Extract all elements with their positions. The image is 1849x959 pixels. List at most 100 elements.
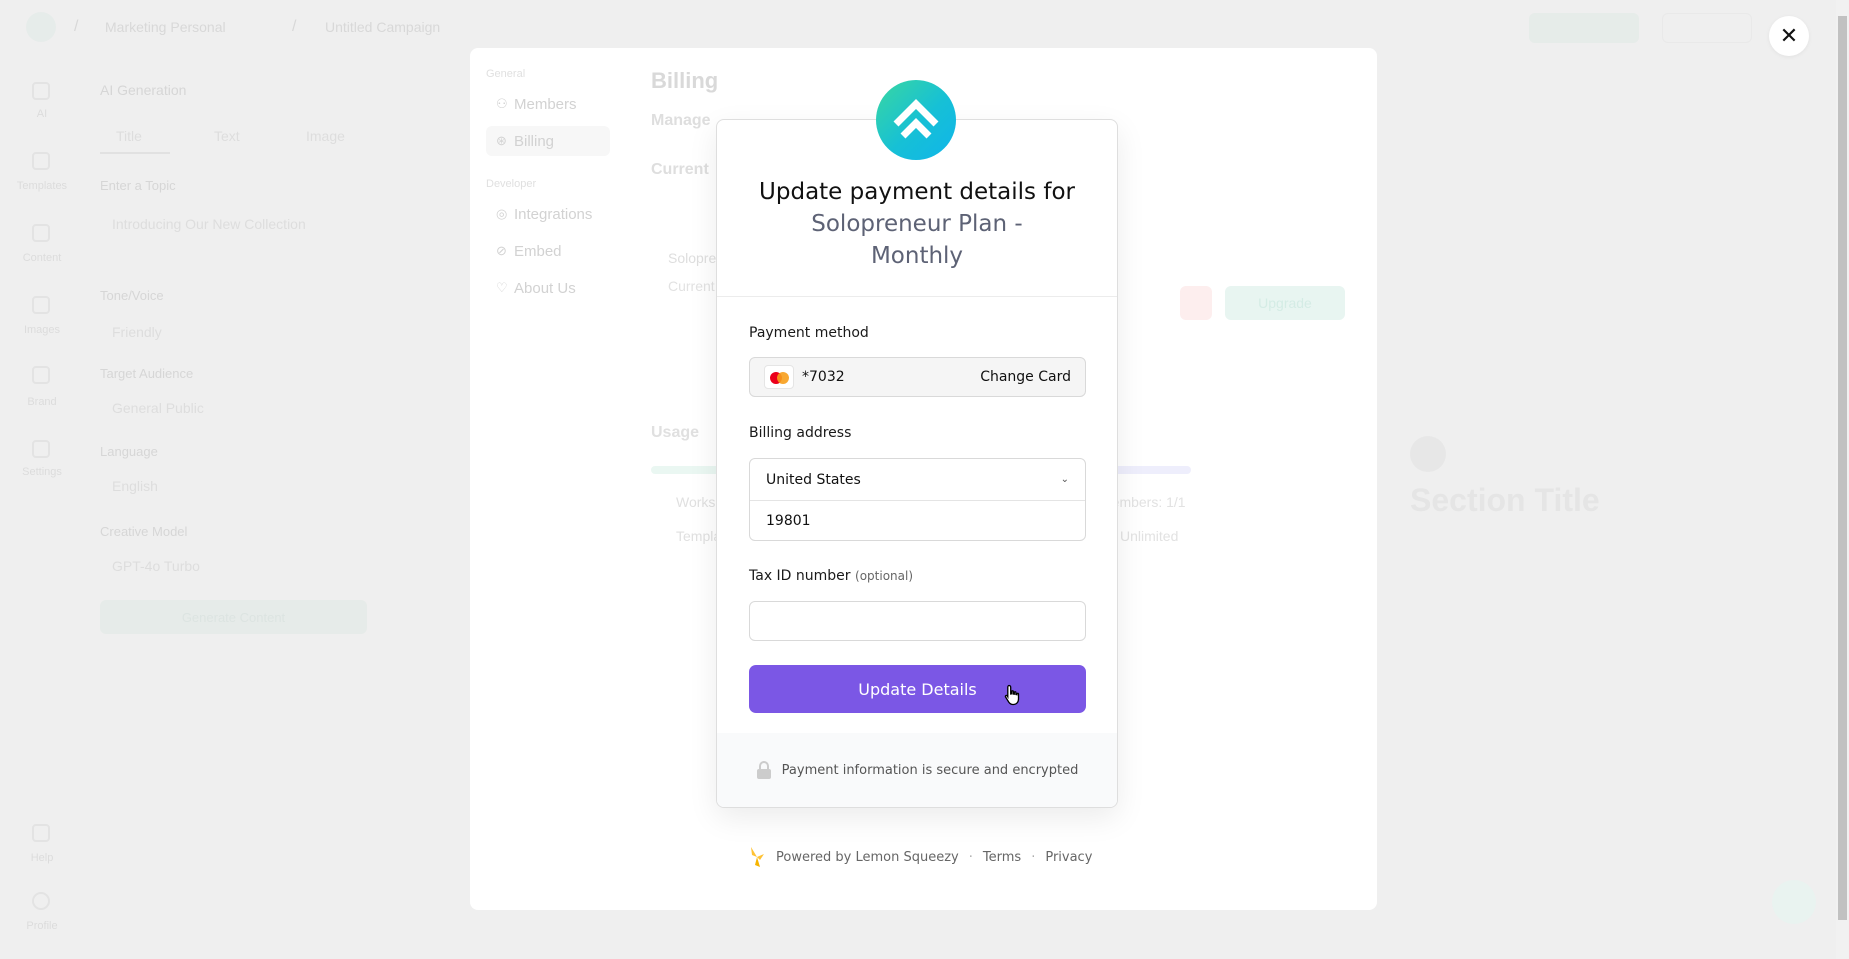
tax-id-input[interactable] xyxy=(749,601,1086,641)
rail-label: Content xyxy=(22,252,62,264)
rail-label: Brand xyxy=(27,396,57,408)
privacy-link[interactable]: Privacy xyxy=(1045,850,1092,865)
section-avatar xyxy=(1410,436,1446,472)
terms-link[interactable]: Terms xyxy=(983,850,1021,865)
section-title: Section Title xyxy=(1410,482,1600,518)
plan-name: Solopreneur Plan - Monthly xyxy=(811,211,1023,269)
sidebar-item-members[interactable]: ⚇ Members xyxy=(486,89,610,119)
tax-id-label: Tax ID number (optional) xyxy=(749,568,913,584)
panel-title: AI Generation xyxy=(100,82,187,98)
audience-input[interactable]: General Public xyxy=(112,400,204,416)
publish-button[interactable] xyxy=(1529,13,1639,43)
heart-icon: ♡ xyxy=(496,280,508,295)
templates-usage: Unlimited xyxy=(1120,528,1179,544)
billing-title: Billing xyxy=(651,68,719,93)
close-button[interactable]: ✕ xyxy=(1769,16,1809,56)
tab-title[interactable]: Title xyxy=(116,128,142,144)
rail-settings-icon[interactable] xyxy=(32,440,50,458)
plan-status: Current xyxy=(668,278,715,294)
cursor-hand-icon xyxy=(1004,684,1020,706)
manage-heading: Manage xyxy=(651,112,711,129)
rail-brand-icon[interactable] xyxy=(32,366,50,384)
change-card-button[interactable]: Change Card xyxy=(980,369,1071,385)
rail-label: Help xyxy=(30,852,54,864)
breadcrumb-separator: / xyxy=(74,18,79,35)
upgrade-button[interactable]: Upgrade xyxy=(1225,286,1345,320)
close-icon: ✕ xyxy=(1779,23,1799,48)
title-line: Update payment details for xyxy=(759,179,1075,205)
card-last4: *7032 xyxy=(802,369,845,385)
optional-hint: (optional) xyxy=(855,569,914,583)
topic-input[interactable]: Introducing Our New Collection xyxy=(112,216,332,232)
nav-label: Members xyxy=(514,95,577,113)
language-select[interactable]: English xyxy=(112,478,158,494)
lock-icon xyxy=(756,761,771,779)
tab-indicator xyxy=(100,152,170,154)
divider xyxy=(717,296,1117,297)
update-details-button[interactable]: Update Details xyxy=(749,665,1086,713)
nav-label: Billing xyxy=(514,132,555,150)
zip-value: 19801 xyxy=(766,513,811,529)
dot-separator: · xyxy=(968,849,973,865)
field-label: Target Audience xyxy=(100,366,194,381)
cancel-plan-button[interactable] xyxy=(1180,286,1212,320)
rail-profile-icon[interactable] xyxy=(32,892,50,910)
country-value: United States xyxy=(766,471,861,488)
powered-footer: Powered by Lemon Squeezy · Terms · Priva… xyxy=(748,845,1092,869)
rail-templates-icon[interactable] xyxy=(32,152,50,170)
chevron-down-icon: ⌄ xyxy=(1060,474,1069,485)
rail-help-icon[interactable] xyxy=(32,824,50,842)
rail-label: Templates xyxy=(16,180,68,192)
rail-label: Profile xyxy=(26,920,58,932)
nav-group-label: General xyxy=(486,68,526,80)
powered-by-link[interactable]: Powered by Lemon Squeezy xyxy=(776,850,959,865)
sidebar-item-integrations[interactable]: ◎ Integrations xyxy=(486,199,610,229)
link-icon: ⊘ xyxy=(496,243,507,258)
nav-label: Integrations xyxy=(514,205,593,223)
breadcrumb-campaign[interactable]: Untitled Campaign xyxy=(325,19,440,35)
payment-modal: Update payment details for Solopreneur P… xyxy=(716,119,1118,808)
nav-label: Embed xyxy=(514,242,562,260)
field-label: Enter a Topic xyxy=(100,178,176,193)
users-icon: ⚇ xyxy=(496,96,508,111)
tab-image[interactable]: Image xyxy=(306,128,345,144)
breadcrumb-workspace[interactable]: Marketing Personal xyxy=(105,19,226,35)
dot-separator: · xyxy=(1031,849,1036,865)
rail-ai-icon[interactable] xyxy=(32,82,50,100)
generate-button[interactable]: Generate Content xyxy=(100,600,367,634)
secure-note-text: Payment information is secure and encryp… xyxy=(781,762,1079,778)
chat-widget-icon[interactable] xyxy=(1772,880,1816,924)
mastercard-icon xyxy=(764,365,794,389)
rail-content-icon[interactable] xyxy=(32,224,50,242)
payment-method-label: Payment method xyxy=(749,325,869,341)
model-select[interactable]: GPT-4o Turbo xyxy=(112,558,200,574)
tax-label-text: Tax ID number xyxy=(749,568,851,584)
rail-images-icon[interactable] xyxy=(32,296,50,314)
tab-text[interactable]: Text xyxy=(214,128,240,144)
modal-title: Update payment details for Solopreneur P… xyxy=(717,176,1117,272)
sidebar-item-about[interactable]: ♡ About Us xyxy=(486,273,610,303)
nav-label: About Us xyxy=(514,279,576,297)
breadcrumb-separator: / xyxy=(292,18,297,35)
rail-label: Images xyxy=(23,324,61,336)
lemon-squeezy-logo xyxy=(751,847,764,867)
share-button[interactable] xyxy=(1662,13,1752,43)
sidebar-item-embed[interactable]: ⊘ Embed xyxy=(486,236,610,266)
puzzle-icon: ◎ xyxy=(496,206,508,221)
store-logo xyxy=(876,80,956,160)
nav-group-label: Developer xyxy=(486,178,537,190)
billing-address-label: Billing address xyxy=(749,425,852,441)
rail-label: Settings xyxy=(22,466,62,478)
tone-select[interactable]: Friendly xyxy=(112,324,162,340)
payment-method-field: *7032 Change Card xyxy=(749,357,1086,397)
field-label: Tone/Voice xyxy=(100,288,164,303)
country-select[interactable]: United States ⌄ xyxy=(750,459,1085,500)
field-label: Creative Model xyxy=(100,524,188,539)
app-logo xyxy=(26,12,56,42)
billing-address-group: United States ⌄ 19801 xyxy=(749,458,1086,541)
scrollbar-thumb[interactable] xyxy=(1838,16,1847,920)
current-plan-heading: Current xyxy=(651,161,709,178)
zip-input[interactable]: 19801 xyxy=(750,500,1085,541)
sidebar-item-billing[interactable]: ⊛ Billing xyxy=(486,126,610,156)
scrollbar[interactable] xyxy=(1836,0,1849,959)
